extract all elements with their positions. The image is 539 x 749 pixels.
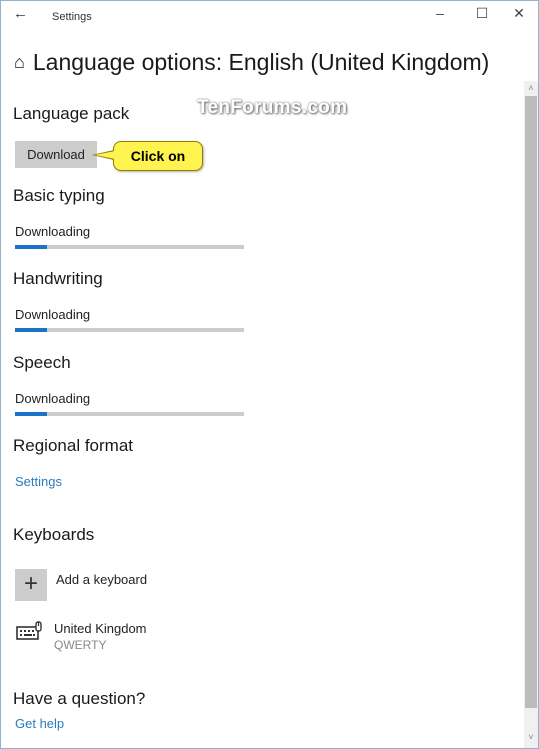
basic-typing-status: Downloading bbox=[15, 224, 91, 239]
handwriting-progress bbox=[15, 328, 244, 332]
settings-window: ← Settings – ☐ ✕ ⌂ Language options: Engl… bbox=[0, 0, 539, 749]
speech-heading: Speech bbox=[13, 353, 71, 372]
download-button[interactable]: Download bbox=[15, 141, 97, 168]
language-pack-heading: Language pack bbox=[13, 104, 130, 123]
home-icon[interactable]: ⌂ bbox=[14, 52, 25, 72]
add-keyboard-label[interactable]: Add a keyboard bbox=[56, 572, 147, 587]
keyboard-item-layout: QWERTY bbox=[54, 638, 107, 652]
scroll-up-icon[interactable]: ˄ bbox=[524, 81, 538, 95]
title-bar: ← Settings – ☐ ✕ bbox=[1, 1, 538, 33]
scrollbar-thumb[interactable] bbox=[525, 96, 537, 708]
help-heading: Have a question? bbox=[13, 689, 146, 708]
speech-progress-fill bbox=[15, 412, 48, 416]
page-title-text: Language options: English (United Kingdo… bbox=[32, 49, 490, 75]
close-button[interactable]: ✕ bbox=[504, 5, 534, 27]
basic-typing-progress-fill bbox=[15, 245, 48, 249]
watermark: TenForums.com bbox=[197, 97, 348, 118]
plus-icon: + bbox=[23, 570, 38, 597]
callout-pointer-fill bbox=[95, 151, 115, 159]
handwriting-heading: Handwriting bbox=[13, 269, 103, 288]
add-keyboard-button[interactable]: + bbox=[15, 569, 47, 601]
regional-format-heading: Regional format bbox=[13, 436, 134, 455]
keyboards-heading: Keyboards bbox=[13, 525, 95, 544]
speech-progress bbox=[15, 412, 244, 416]
page-title: ⌂ Language options: English (United Kingd… bbox=[14, 49, 489, 76]
scroll-down-icon[interactable]: ˅ bbox=[524, 730, 538, 744]
handwriting-status: Downloading bbox=[15, 307, 91, 322]
handwriting-progress-fill bbox=[15, 328, 48, 332]
back-arrow-icon[interactable]: ← bbox=[13, 5, 28, 22]
app-title: Settings bbox=[52, 11, 92, 23]
keyboard-item-name[interactable]: United Kingdom bbox=[54, 621, 147, 636]
regional-settings-link[interactable]: Settings bbox=[15, 474, 62, 489]
basic-typing-heading: Basic typing bbox=[13, 186, 105, 205]
click-on-callout: Click on bbox=[113, 141, 203, 171]
speech-status: Downloading bbox=[15, 391, 91, 406]
keyboard-icon bbox=[16, 621, 42, 640]
basic-typing-progress bbox=[15, 245, 244, 249]
vertical-scrollbar[interactable]: ˄ ˅ bbox=[524, 81, 538, 748]
minimize-button[interactable]: – bbox=[425, 5, 455, 27]
maximize-button[interactable]: ☐ bbox=[467, 5, 497, 27]
get-help-link[interactable]: Get help bbox=[15, 716, 64, 731]
